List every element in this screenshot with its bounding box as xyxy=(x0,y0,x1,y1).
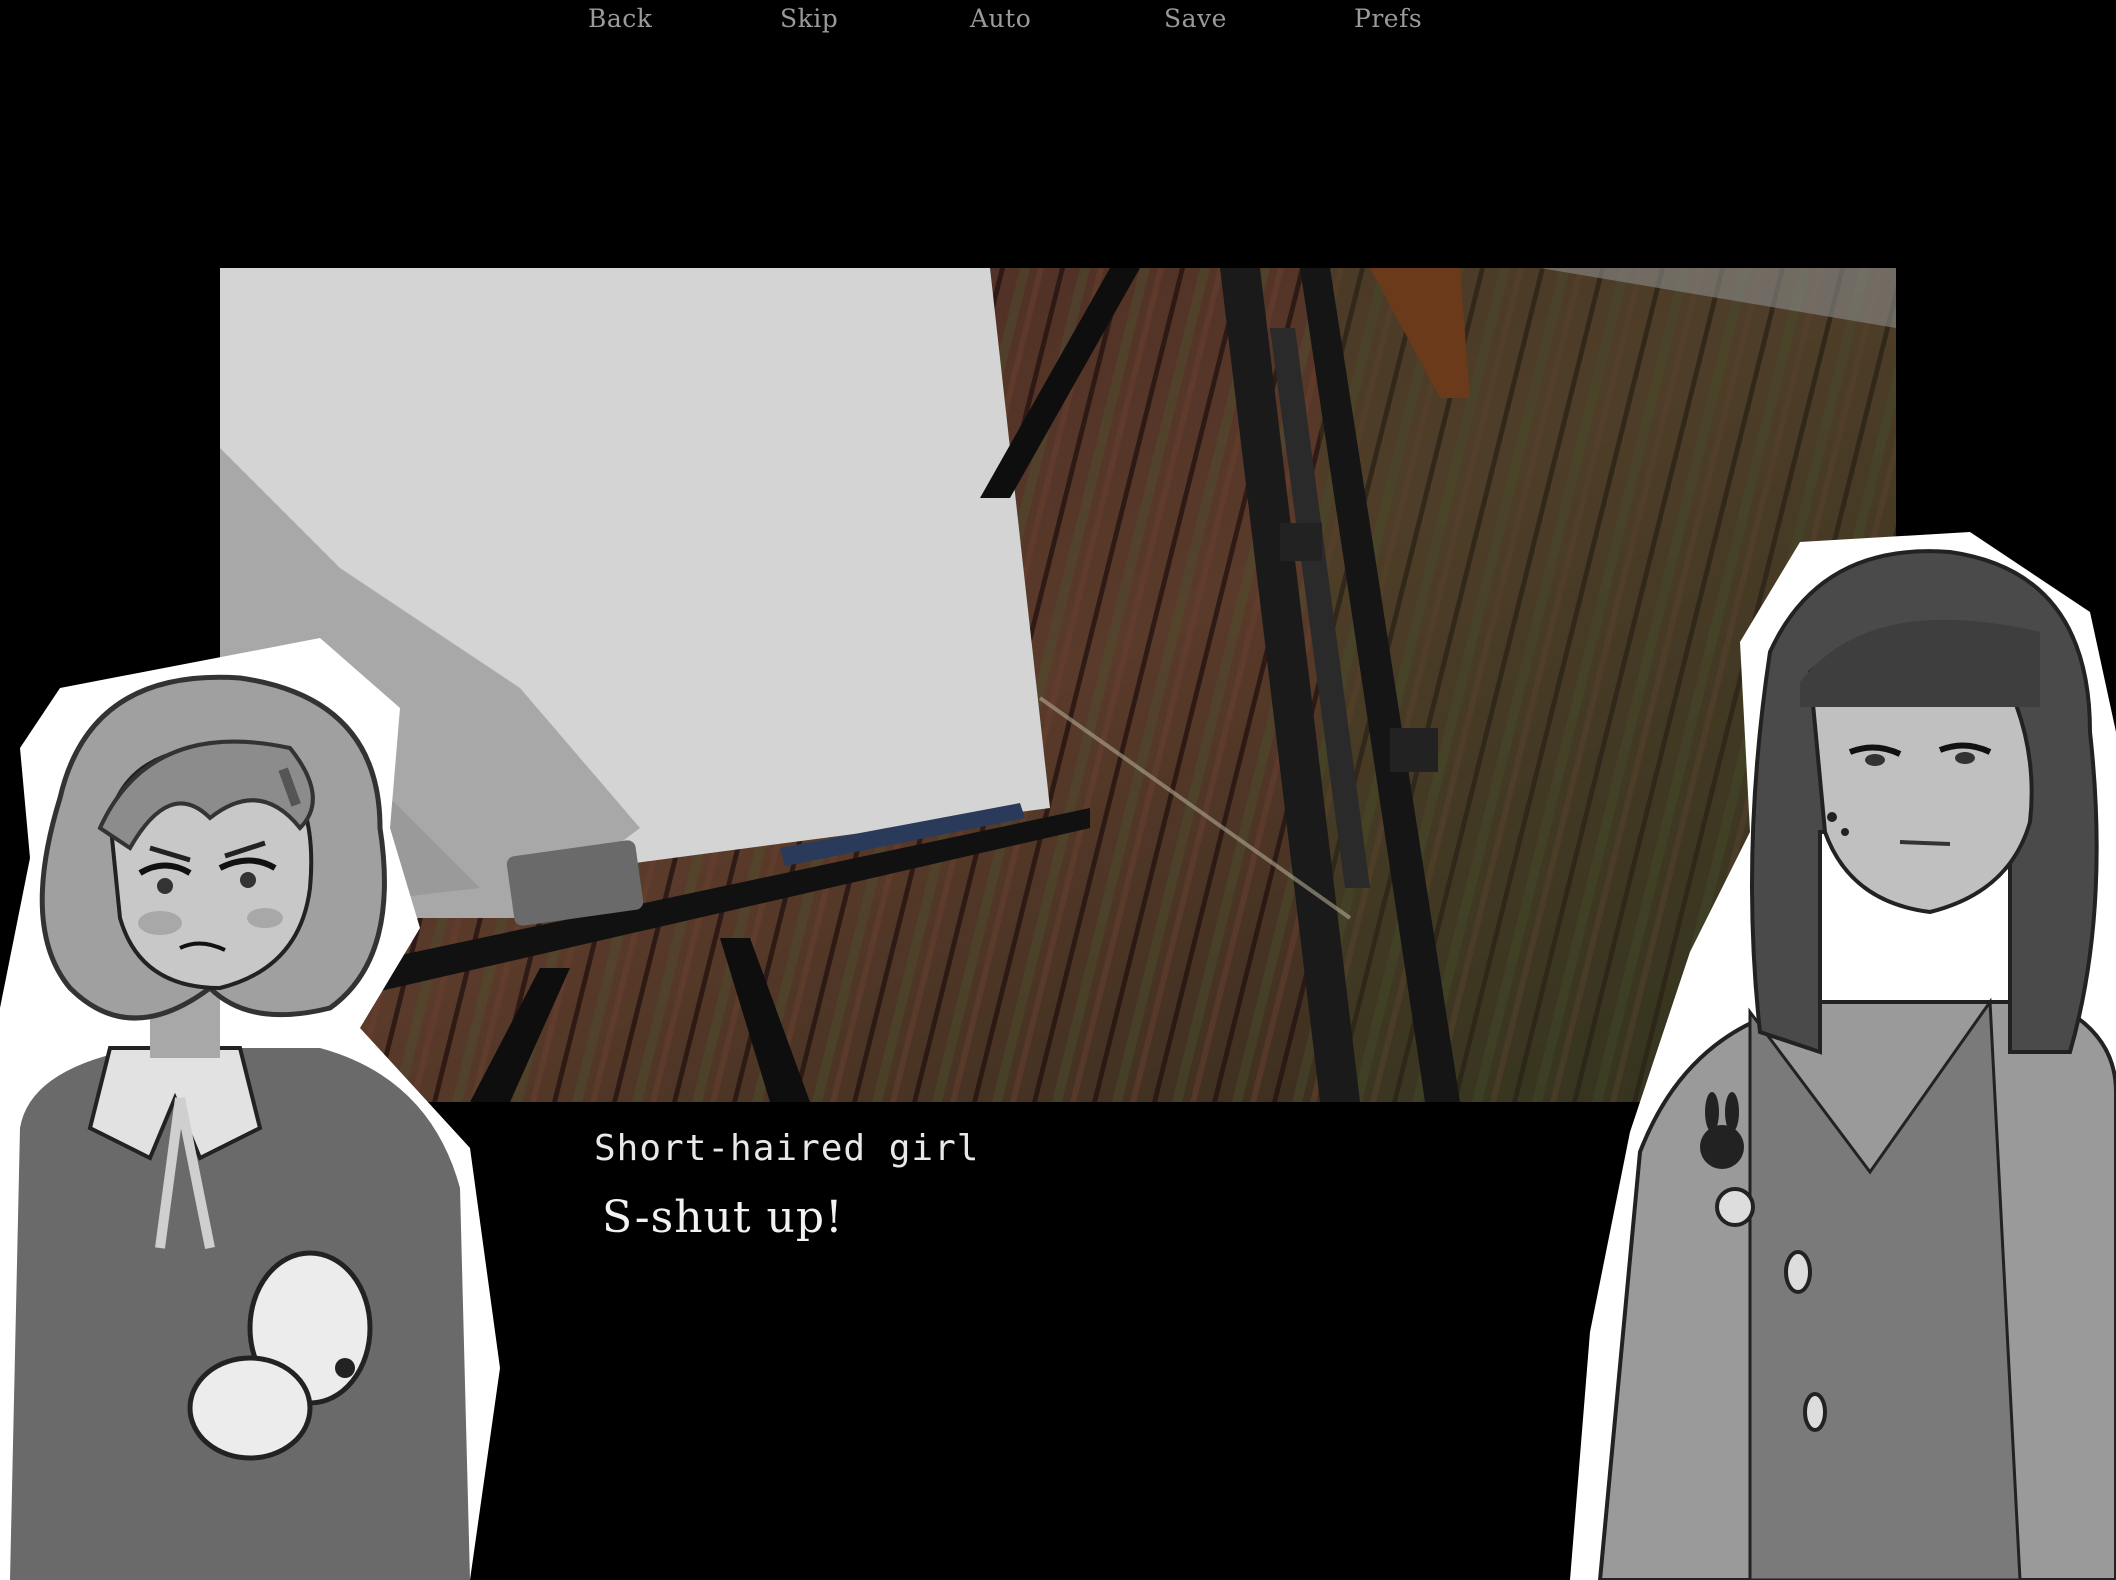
skip-button[interactable]: Skip xyxy=(780,4,838,33)
dialogue-text[interactable]: S-shut up! xyxy=(602,1192,844,1243)
short-haired-girl-icon xyxy=(0,638,500,1580)
short-haired-girl-sprite xyxy=(0,628,510,1580)
back-button[interactable]: Back xyxy=(588,4,652,33)
speaker-name: Short-haired girl xyxy=(594,1128,980,1169)
prefs-button[interactable]: Prefs xyxy=(1354,4,1422,33)
quick-menu: Back Skip Auto Save Prefs xyxy=(0,0,2116,40)
auto-button[interactable]: Auto xyxy=(970,4,1031,33)
game-stage[interactable]: Back Skip Auto Save Prefs Short-haired g… xyxy=(0,0,2116,1580)
long-haired-girl-icon xyxy=(1570,532,2116,1580)
save-button[interactable]: Save xyxy=(1164,4,1227,33)
long-haired-girl-sprite xyxy=(1570,532,2116,1580)
